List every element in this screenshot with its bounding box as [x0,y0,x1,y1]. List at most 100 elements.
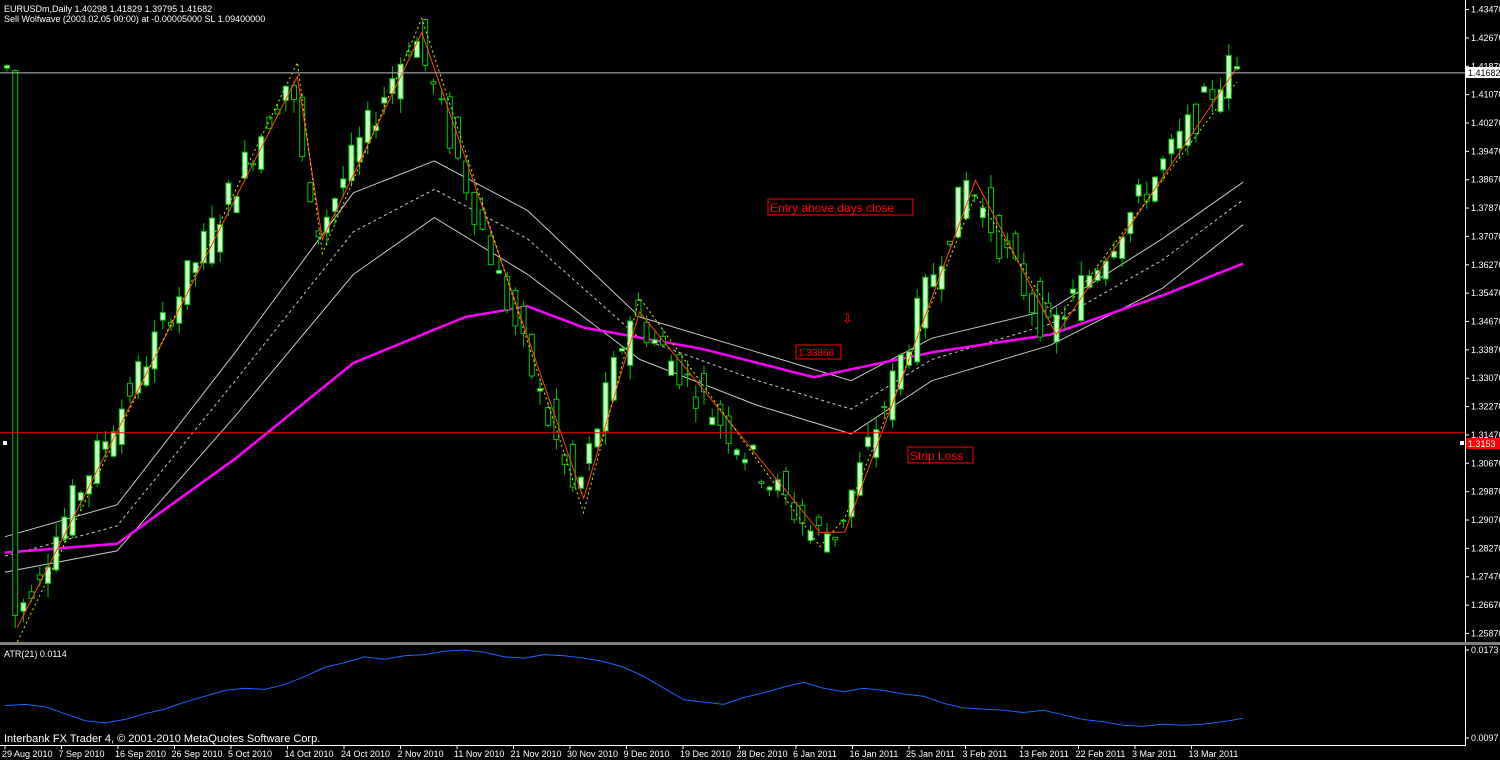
candle-body [1135,184,1142,197]
candle-body [192,262,199,274]
chart-info-line-2: Sell Wolfwave (2003.02.05 00:00) at -0.0… [4,14,265,24]
y-tick-label: 1.33070 [1471,373,1500,383]
candle-body [914,297,921,363]
candle-body [709,416,716,426]
y-tick-label: 1.38670 [1471,175,1500,185]
candle-body [241,151,248,179]
candle-body [815,516,822,526]
candle-body [586,443,593,464]
down-arrow-icon: ⇩ [842,311,853,326]
candle-body [118,408,125,446]
stop-line-left-handle[interactable] [3,441,7,445]
atr-label: ATR(21) 0.0114 [4,649,67,659]
x-tick-label: 6 Jan 2011 [793,749,837,759]
candle-body [340,178,347,189]
stop-line-right-handle[interactable] [1460,441,1464,445]
candle-body [1176,130,1183,150]
y-tick-label: 1.34670 [1471,317,1500,327]
y-tick-label: 1.37070 [1471,231,1500,241]
x-tick-label: 16 Sep 2010 [115,749,166,759]
x-tick-label: 28 Dec 2010 [737,749,788,759]
copyright-text: Interbank FX Trader 4, © 2001-2010 MetaQ… [4,733,320,745]
trading-chart[interactable]: 1.434701.426701.418701.410701.402701.394… [0,0,1500,760]
candle-body [897,354,904,390]
entry-price-label: 1.33866 [798,348,835,359]
y-tick-label: 1.36270 [1471,260,1500,270]
candle-body [471,191,478,225]
candle-body [1234,65,1240,70]
candle-body [184,260,191,306]
x-tick-label: 22 Feb 2011 [1076,749,1126,759]
y-tick-label: 1.42670 [1471,33,1500,43]
candle-body [405,51,412,56]
candle-body [496,269,502,274]
candle-body [807,530,814,541]
x-tick-label: 19 Dec 2010 [680,749,731,759]
candle-body [414,40,420,58]
candle-body [979,207,986,219]
candle-body [504,276,511,311]
candle-body [840,519,847,522]
candle-body [832,536,839,541]
candle-body [1029,293,1035,314]
y-tick-label: 1.33870 [1471,345,1500,355]
candle-body [684,373,691,376]
y-tick-label: 1.41070 [1471,90,1500,100]
candle-body [692,396,699,409]
x-tick-label: 26 Sep 2010 [172,749,223,759]
candle-body [742,458,748,464]
x-tick-label: 16 Jan 2011 [850,749,899,759]
x-tick-label: 11 Nov 2010 [454,749,504,759]
y-tick-label: 1.28270 [1471,543,1500,553]
candle-body [364,109,371,143]
candle-body [86,475,92,495]
candle-body [1168,138,1175,155]
candle-body [1070,288,1076,294]
y-tick-label: 1.30670 [1471,458,1500,468]
x-tick-label: 9 Dec 2010 [624,749,670,759]
atr-tick-label: 0.0097 [1471,733,1499,743]
x-tick-label: 24 Oct 2010 [341,749,390,759]
x-tick-label: 14 Oct 2010 [285,749,334,759]
x-tick-label: 7 Sep 2010 [59,749,105,759]
candle-body [824,533,830,553]
y-tick-label: 1.39470 [1471,146,1500,156]
candle-body [151,331,158,370]
candle-body [1012,233,1019,260]
stop-price-marker: 1.3153 [1468,439,1496,449]
current-price-marker: 1.41682 [1468,68,1500,78]
x-tick-label: 3 Feb 2011 [963,749,1008,759]
y-tick-label: 1.35470 [1471,288,1500,298]
y-tick-label: 1.43470 [1471,5,1500,15]
candle-body [430,81,437,85]
candle-body [1160,158,1167,171]
x-tick-label: 13 Feb 2011 [1019,749,1069,759]
x-tick-label: 13 Mar 2011 [1189,749,1239,759]
x-tick-label: 25 Jan 2011 [906,749,955,759]
chart-info-line-1: EURUSDm,Daily 1.40298 1.41829 1.39795 1.… [4,4,212,14]
y-tick-label: 1.27470 [1471,572,1500,582]
candle-body [733,449,740,456]
candle-body [955,186,962,238]
candle-body [1193,103,1199,134]
candle-body [94,440,101,484]
y-tick-label: 1.32270 [1471,402,1500,412]
candle-body [545,407,552,426]
y-tick-label: 1.29070 [1471,515,1500,525]
candle-body [1037,280,1044,338]
candle-body [610,356,617,401]
candle-body [127,382,133,397]
candle-body [930,274,937,288]
entry-label: Entry above days close [770,201,894,215]
candle-body [102,441,109,450]
candle-body [438,98,445,101]
x-tick-label: 30 Nov 2010 [567,749,618,759]
y-tick-label: 1.29870 [1471,487,1500,497]
y-tick-label: 1.25870 [1471,628,1500,638]
stop-loss-label: Stop Loss [910,449,963,463]
candle-body [676,354,683,386]
y-tick-label: 1.26670 [1471,600,1500,610]
candle-body [881,406,888,409]
atr-tick-label: 0.0173 [1471,645,1499,655]
candle-body [766,486,773,491]
